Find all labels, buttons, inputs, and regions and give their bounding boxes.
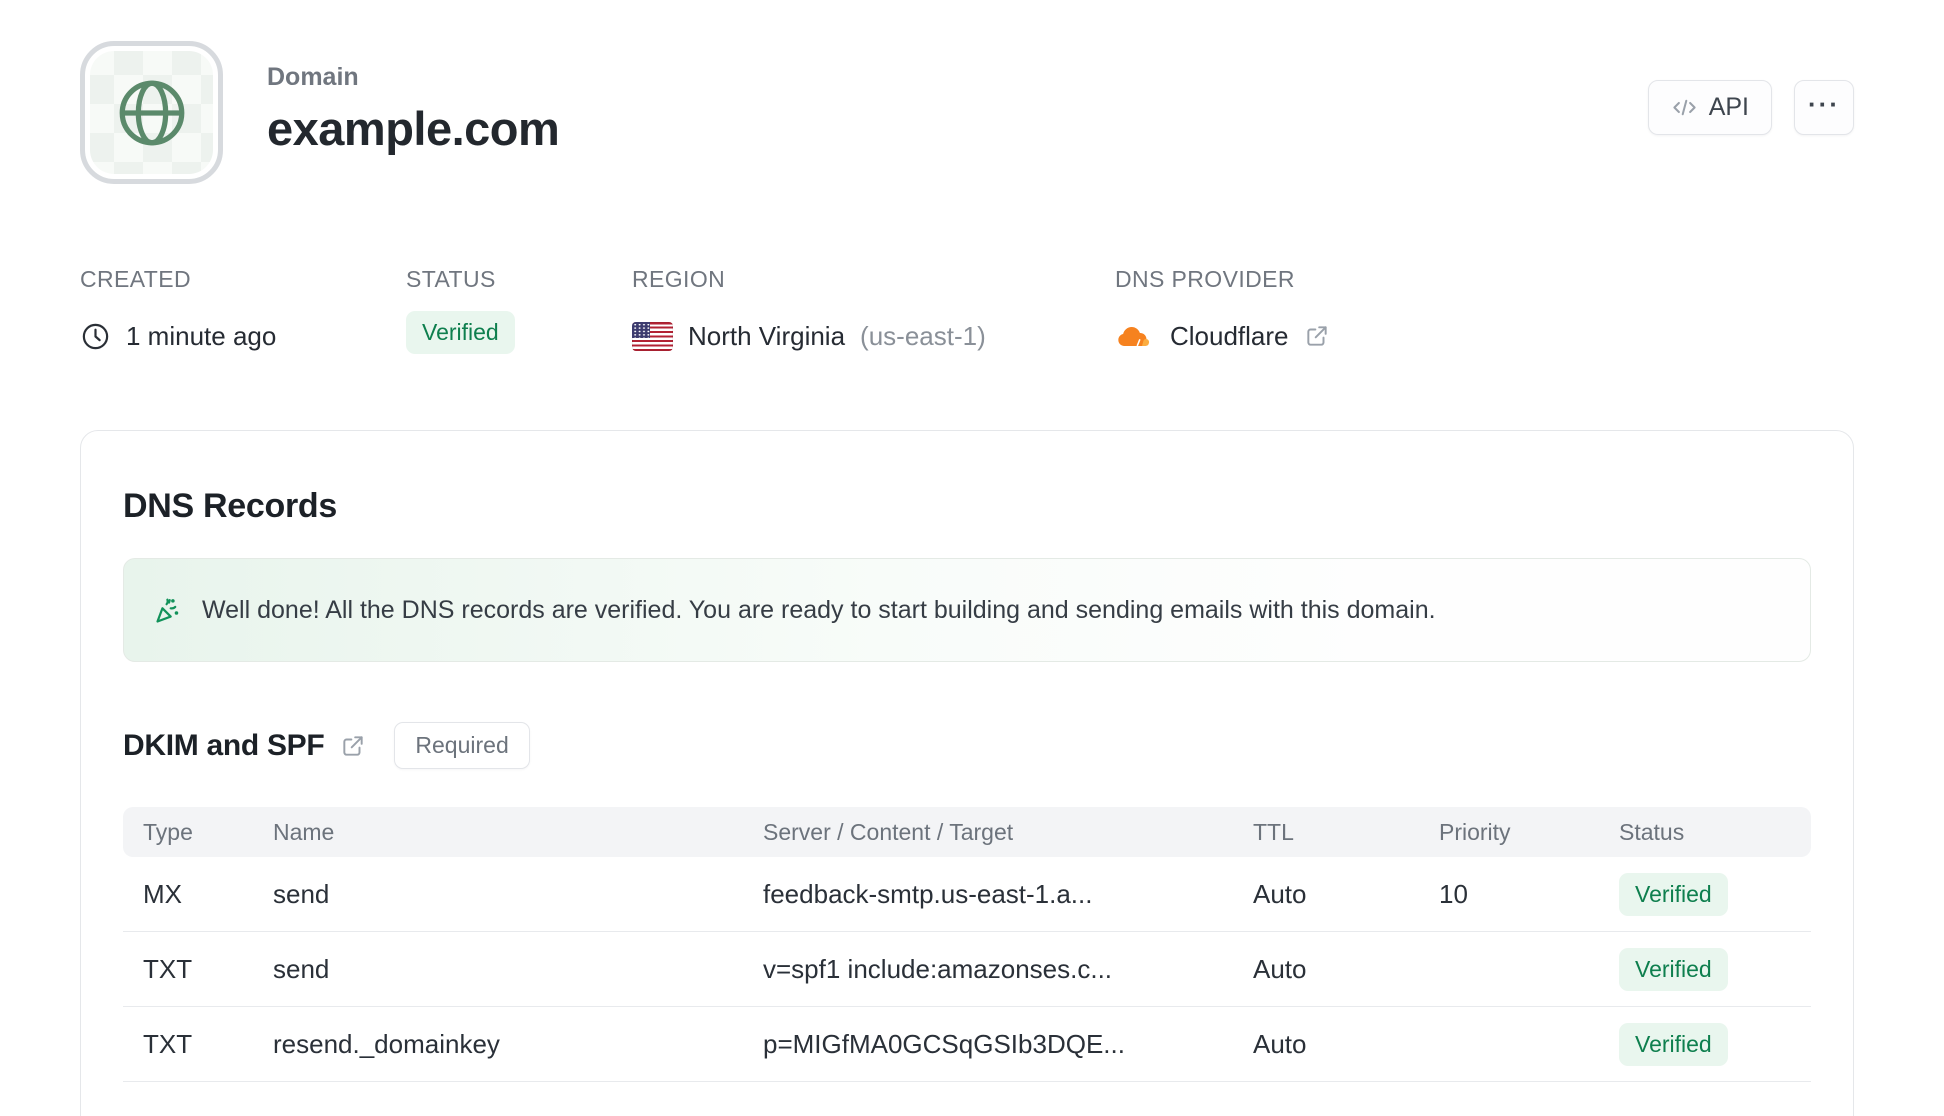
required-badge: Required [394,722,530,769]
meta-region: REGION North Virginia (us-east-1) [632,266,1115,357]
dns-records-heading: DNS Records [123,487,337,525]
cell-ttl: Auto [1253,1028,1307,1059]
region-code: (us-east-1) [860,320,986,351]
cell-name: send [273,878,330,909]
created-value: 1 minute ago [126,320,277,351]
dns-provider-label: DNS PROVIDER [1115,266,1295,292]
external-link-icon[interactable] [340,733,366,759]
created-label: CREATED [80,266,191,292]
cell-value[interactable]: v=spf1 include:amazonses.c... [763,954,1253,985]
code-icon [1673,99,1696,116]
globe-icon [119,80,184,145]
cell-status: Verified [1619,1022,1811,1066]
api-button-label: API [1708,93,1749,121]
external-link-icon[interactable] [1304,323,1330,349]
col-ttl: TTL [1253,818,1294,845]
col-name: Name [273,818,335,845]
domain-avatar [80,41,223,184]
page-title: example.com [267,102,560,155]
domain-header: Domain example.com API ··· [0,0,1944,184]
success-banner: Well done! All the DNS records are verif… [123,558,1811,662]
meta-created: CREATED 1 minute ago [80,266,406,357]
dns-provider-name: Cloudflare [1170,320,1289,351]
meta-dns-provider: DNS PROVIDER Cloudflare [1115,266,1854,357]
table-row: TXT send v=spf1 include:amazonses.c... A… [123,932,1811,1007]
cell-status: Verified [1619,947,1811,991]
cell-type: TXT [143,953,193,984]
verified-badge: Verified [1619,1022,1728,1066]
clock-icon [82,323,109,349]
cell-priority: 10 [1439,878,1468,909]
table-row: TXT resend._domainkey p=MIGfMA0GCSqGSIb3… [123,1007,1811,1082]
table-row: MX send feedback-smtp.us-east-1.a... Aut… [123,857,1811,932]
domain-meta-row: CREATED 1 minute ago STATUS Verified REG… [0,184,1944,357]
banner-message: Well done! All the DNS records are verif… [202,595,1436,624]
cell-value[interactable]: feedback-smtp.us-east-1.a... [763,879,1253,910]
cloudflare-icon [1118,326,1150,346]
dkim-spf-row: DKIM and SPF Required [123,722,1811,769]
status-badge: Verified [406,311,515,354]
more-options-button[interactable]: ··· [1794,80,1854,135]
region-label: REGION [632,266,726,292]
cell-name: send [273,953,330,984]
cell-name: resend._domainkey [273,1028,500,1059]
us-flag-icon [632,321,673,351]
col-status: Status [1619,818,1685,845]
cell-value[interactable]: p=MIGfMA0GCSqGSIb3DQE... [763,1029,1253,1060]
section-notch [70,483,94,543]
dns-records-card: DNS Records Well done! All the DNS recor… [70,430,1854,1116]
ellipsis-icon: ··· [1808,89,1840,119]
meta-status: STATUS Verified [406,266,632,357]
domain-kicker: Domain [267,63,359,91]
cell-ttl: Auto [1253,953,1307,984]
cell-status: Verified [1619,872,1811,916]
party-popper-icon [156,598,179,623]
api-button[interactable]: API [1647,80,1772,135]
cell-type: TXT [143,1028,193,1059]
dns-records-table: Type Name Server / Content / Target TTL … [123,807,1811,1082]
dkim-spf-heading: DKIM and SPF [123,728,325,762]
title-block: Domain example.com [267,41,560,156]
verified-badge: Verified [1619,947,1728,991]
verified-badge: Verified [1619,872,1728,916]
status-label: STATUS [406,266,496,292]
col-priority: Priority [1439,818,1511,845]
table-header: Type Name Server / Content / Target TTL … [123,807,1811,857]
col-server: Server / Content / Target [763,818,1014,845]
header-actions: API ··· [1647,80,1854,135]
col-type: Type [143,818,193,845]
region-name: North Virginia [688,320,846,351]
cell-ttl: Auto [1253,878,1307,909]
cell-type: MX [143,878,182,909]
